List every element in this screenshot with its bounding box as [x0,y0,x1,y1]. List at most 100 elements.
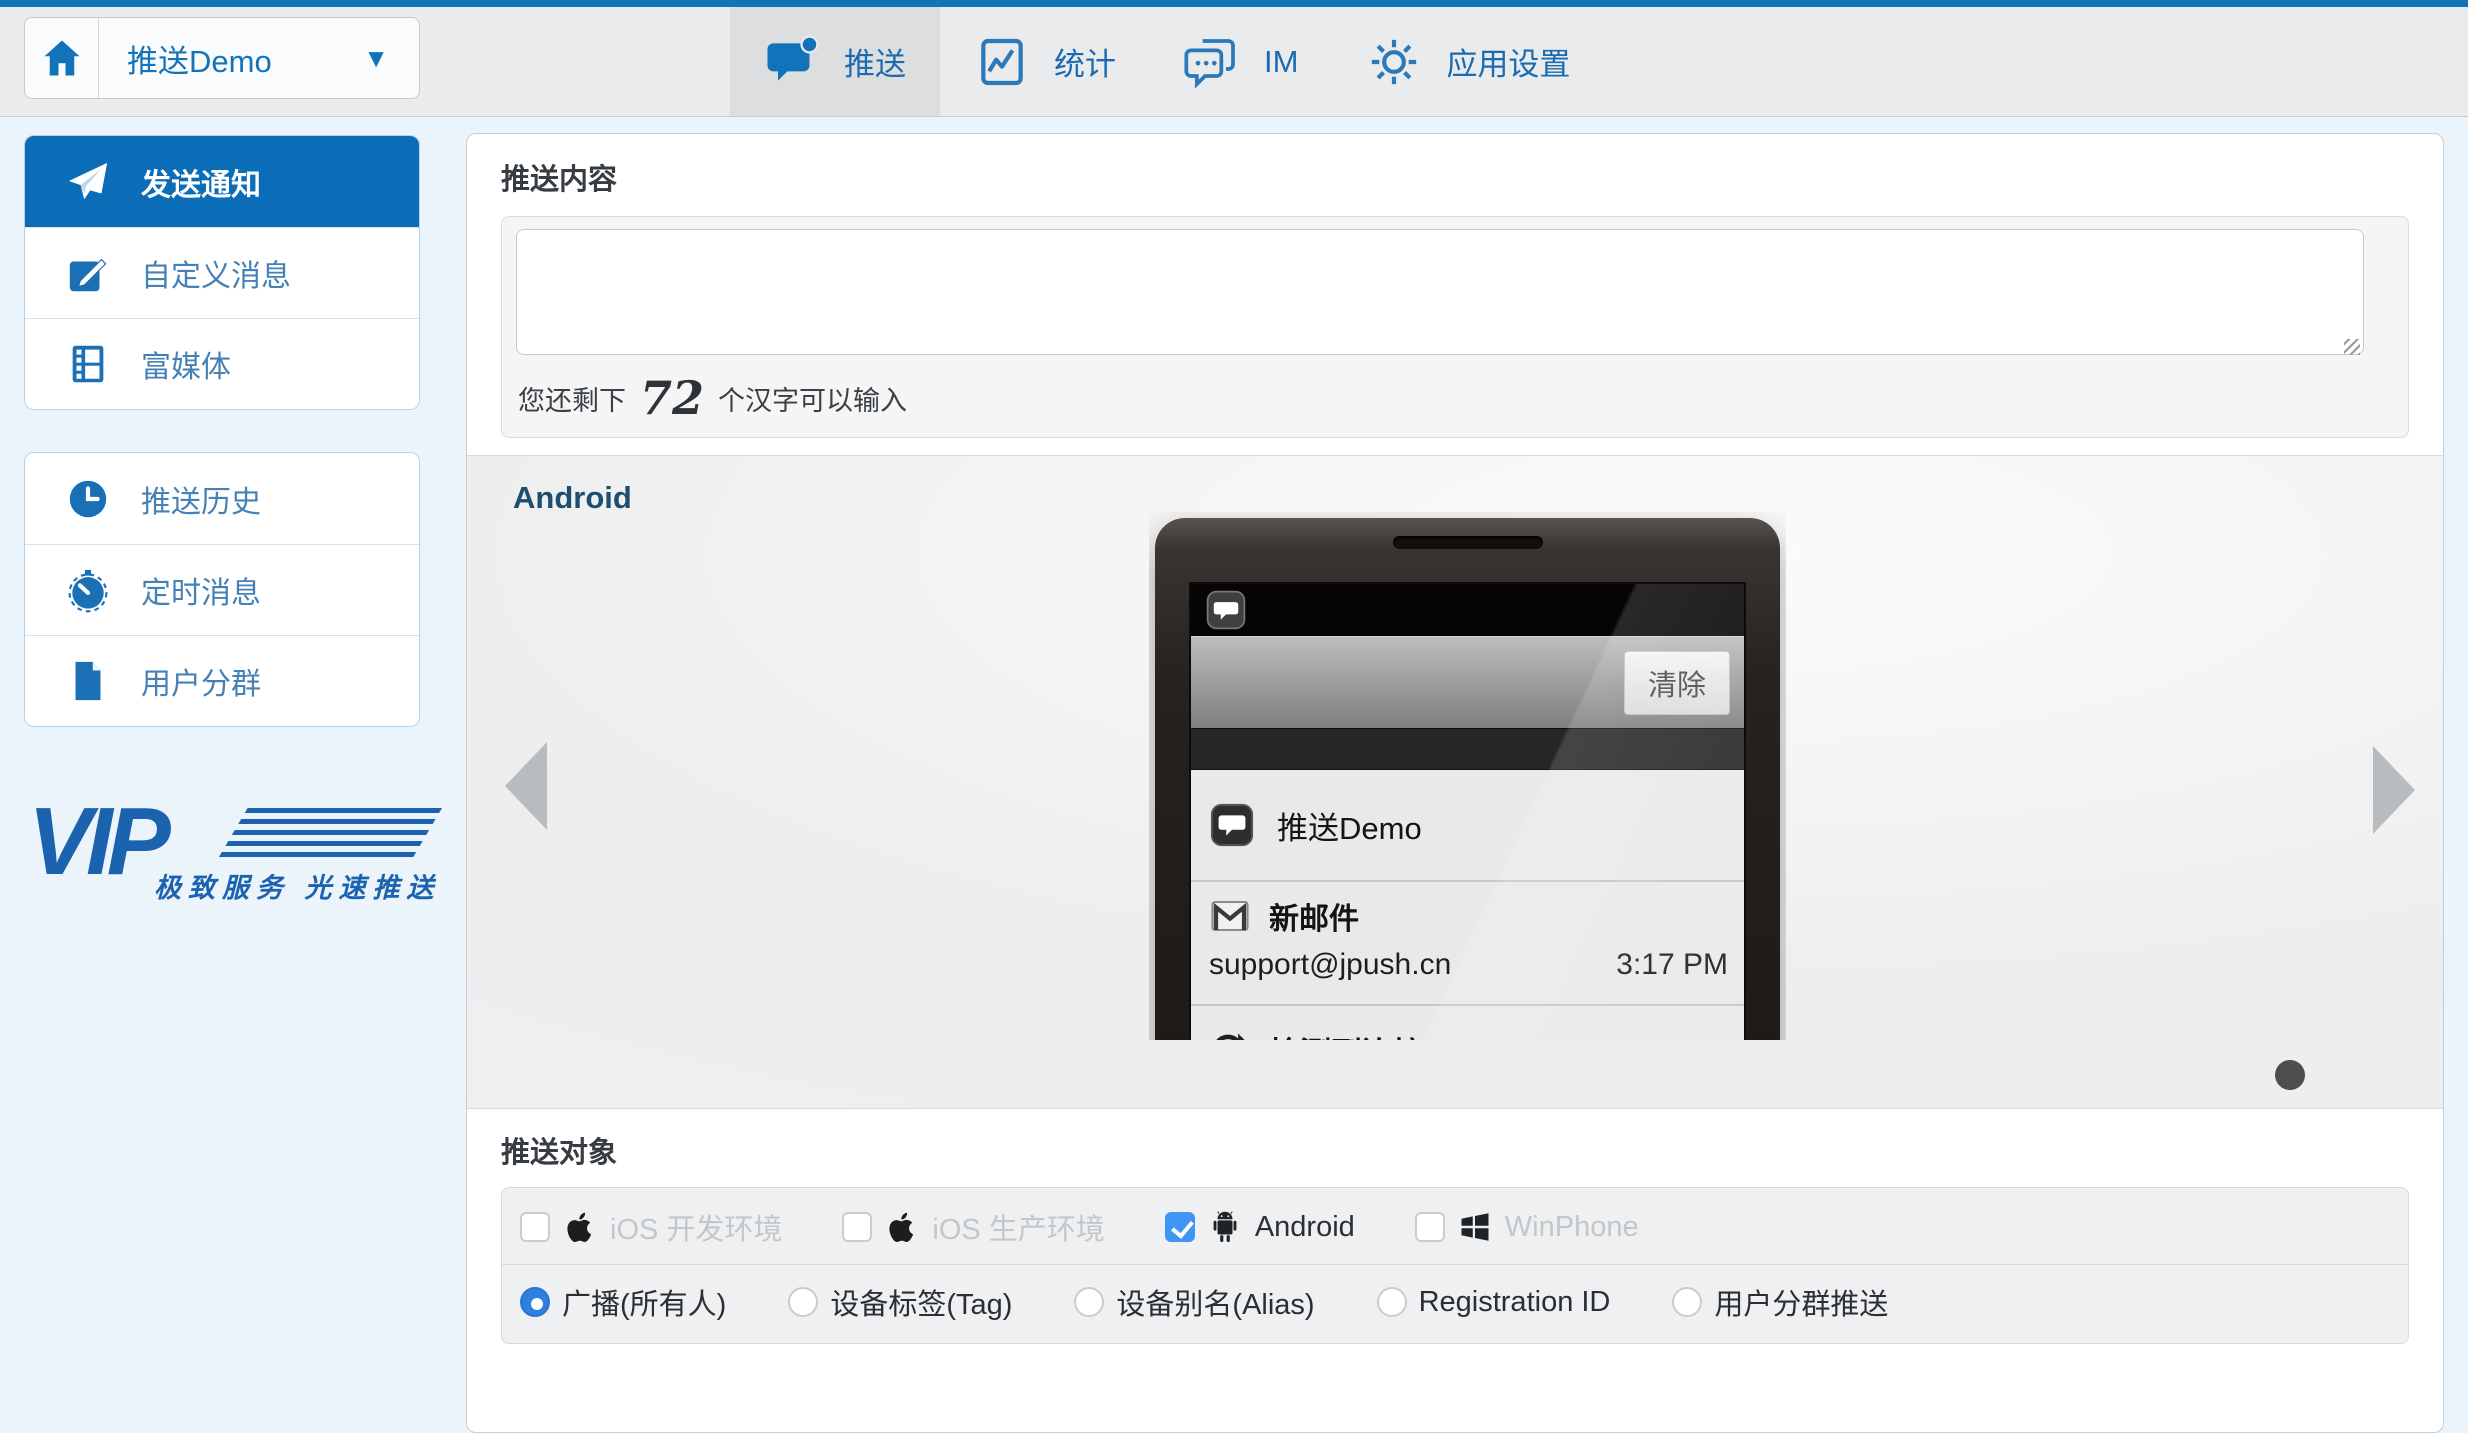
clock-history-icon [65,476,111,522]
mail-icon [1209,895,1251,937]
sidebar-tools-group: 推送历史 定时消息 用户分群 [24,452,420,727]
notification-title: 新邮件 [1269,894,1359,938]
phone-speaker [1393,536,1543,549]
sidebar-item-label: 富媒体 [141,342,231,386]
ios-dev-checkbox[interactable] [520,1212,550,1242]
windows-icon [1457,1209,1493,1245]
status-chat-bubble-icon [1205,589,1247,631]
sidebar-item-label: 定时消息 [141,568,261,612]
char-counter: 您还剩下 72 个汉字可以输入 [518,375,907,421]
vip-logo: VIP 极致服务 光速推送 [28,800,428,900]
android-phone-preview: 清除 推送Demo 新邮件 [1149,512,1786,1040]
push-content-fieldset: 您还剩下 72 个汉字可以输入 [501,216,2409,438]
sidebar-item-custom-message[interactable]: 自定义消息 [25,227,419,318]
notification-sender: support@jpush.cn [1209,948,1451,982]
document-icon [65,658,111,704]
main-panel: 推送内容 您还剩下 72 个汉字可以输入 Android [466,133,2444,1433]
timer-icon [65,567,111,613]
preview-platform-label: Android [513,480,632,516]
audience-label: 设备标签(Tag) [830,1281,1012,1323]
tab-push-label: 推送 [844,39,906,84]
edit-pencil-icon [65,250,111,296]
apple-icon [562,1209,598,1245]
platform-android[interactable]: Android [1165,1209,1355,1245]
phone-status-bar [1191,584,1744,636]
drawer-divider [1191,728,1744,770]
notification-item-connection[interactable]: 检测到连接 [1191,1006,1744,1040]
audience-broadcast[interactable]: 广播(所有人) [520,1281,726,1323]
sidebar-item-user-segment[interactable]: 用户分群 [25,635,419,726]
ios-prod-checkbox[interactable] [842,1212,872,1242]
notification-item-new-mail[interactable]: 新邮件 support@jpush.cn 3:17 PM [1191,882,1744,1006]
audience-label: 用户分群推送 [1714,1281,1888,1323]
platform-checkbox-row: iOS 开发环境 iOS 生产环境 Android WinPhone [502,1188,2408,1264]
notification-list: 推送Demo 新邮件 support@jpush.cn 3:17 PM [1191,770,1744,1040]
audience-alias[interactable]: 设备别名(Alias) [1074,1281,1314,1323]
carousel-next-arrow[interactable] [2373,746,2415,834]
platform-label: iOS 生产环境 [932,1206,1104,1248]
gear-icon [1366,34,1422,90]
android-checkbox[interactable] [1165,1212,1195,1242]
phone-screen: 清除 推送Demo 新邮件 [1189,582,1746,1040]
sidebar-item-label: 自定义消息 [141,251,291,295]
counter-prefix: 您还剩下 [518,379,626,418]
tab-stats-label: 统计 [1054,39,1116,84]
audience-tag[interactable]: 设备标签(Tag) [788,1281,1012,1323]
platform-label: Android [1255,1211,1355,1244]
sidebar-item-label: 推送历史 [141,477,261,521]
push-target-section: 推送对象 iOS 开发环境 iOS 生产环境 Android [467,1109,2443,1344]
carousel-prev-arrow[interactable] [505,742,547,830]
tab-im[interactable]: IM [1150,7,1332,116]
film-strip-icon [65,341,111,387]
sidebar-item-push-history[interactable]: 推送历史 [25,453,419,544]
tab-app-settings-label: 应用设置 [1446,39,1570,84]
push-content-input[interactable] [516,229,2364,355]
preview-section: Android 清除 推送Demo [467,456,2443,1109]
push-target-title: 推送对象 [501,1129,2409,1171]
clear-notifications-button[interactable]: 清除 [1624,651,1730,715]
tab-push[interactable]: 推送 [730,7,940,116]
platform-ios-dev[interactable]: iOS 开发环境 [520,1206,782,1248]
apple-icon [884,1209,920,1245]
tab-app-settings[interactable]: 应用设置 [1332,7,1604,116]
sync-icon [1207,1029,1249,1040]
vip-logo-text: VIP [28,794,165,890]
chevron-down-icon: ▼ [363,43,419,74]
notification-item-push-demo[interactable]: 推送Demo [1191,770,1744,882]
carousel-dot[interactable] [2275,1060,2305,1090]
tab-stats[interactable]: 统计 [940,7,1150,116]
sidebar-item-scheduled-message[interactable]: 定时消息 [25,544,419,635]
audience-radio-row: 广播(所有人) 设备标签(Tag) 设备别名(Alias) Registrati… [502,1265,2408,1343]
platform-ios-prod[interactable]: iOS 生产环境 [842,1206,1104,1248]
top-navbar: 推送Demo ▼ 推送 统计 [0,7,2468,117]
paper-plane-icon [65,159,111,205]
vip-speed-lines [216,808,442,862]
push-content-section: 推送内容 您还剩下 72 个汉字可以输入 [467,134,2443,456]
audience-label: 设备别名(Alias) [1116,1281,1314,1323]
im-chat-icon [1184,34,1240,90]
sidebar-item-label: 发送通知 [141,160,261,204]
stats-chart-icon [974,34,1030,90]
notification-drawer-header: 清除 [1191,636,1744,728]
home-icon[interactable] [25,18,99,98]
top-accent-strip [0,0,2468,7]
push-bubble-icon [764,34,820,90]
push-target-fieldset: iOS 开发环境 iOS 生产环境 Android WinPhone [501,1187,2409,1344]
app-selector-label: 推送Demo [99,36,363,81]
counter-suffix: 个汉字可以输入 [718,379,907,418]
sidebar-compose-group: 发送通知 自定义消息 富媒体 [24,135,420,410]
winphone-checkbox[interactable] [1415,1212,1445,1242]
audience-label: Registration ID [1419,1286,1611,1319]
vip-slogan: 极致服务 光速推送 [154,866,441,905]
sidebar-item-send-notification[interactable]: 发送通知 [25,136,419,227]
notification-time: 3:17 PM [1616,948,1728,982]
platform-winphone[interactable]: WinPhone [1415,1209,1639,1245]
audience-registration-id[interactable]: Registration ID [1377,1286,1611,1319]
platform-label: iOS 开发环境 [610,1206,782,1248]
app-selector-dropdown[interactable]: 推送Demo ▼ [24,17,420,99]
sidebar-item-rich-media[interactable]: 富媒体 [25,318,419,409]
tab-im-label: IM [1264,44,1298,80]
sidebar-item-label: 用户分群 [141,659,261,703]
audience-user-segment[interactable]: 用户分群推送 [1672,1281,1888,1323]
notification-title: 检测到连接 [1269,1028,1424,1041]
